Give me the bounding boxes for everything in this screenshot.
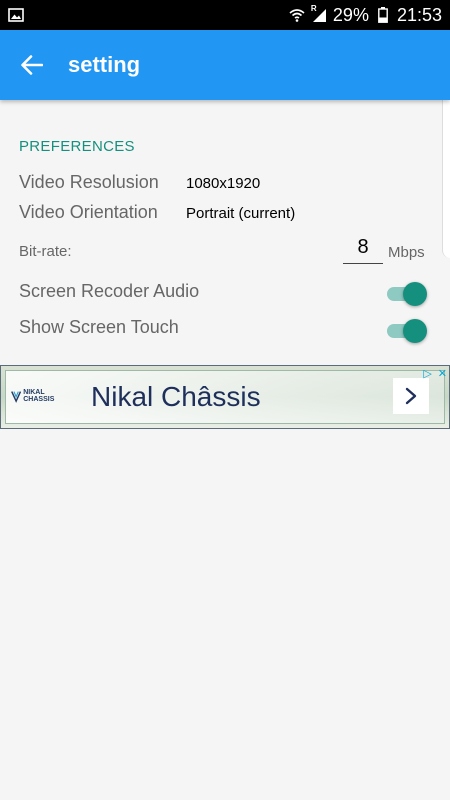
- bitrate-unit: Mbps: [388, 244, 425, 261]
- battery-icon: [375, 7, 391, 23]
- video-orientation-value[interactable]: Portrait (current): [186, 205, 295, 222]
- battery-percent: 29%: [332, 4, 369, 25]
- ad-headline[interactable]: Nikal Châssis: [91, 381, 261, 413]
- back-button[interactable]: [18, 51, 46, 79]
- signal-icon: R: [310, 4, 327, 23]
- screen-audio-label: Screen Recoder Audio: [19, 281, 200, 301]
- roaming-label: R: [310, 4, 317, 13]
- gallery-notification-icon: [8, 7, 28, 23]
- section-header-preferences: PREFERENCES: [19, 138, 135, 155]
- screen-audio-toggle[interactable]: [387, 282, 427, 306]
- chevron-right-icon: [405, 387, 417, 405]
- arrow-left-icon: [21, 55, 43, 75]
- clock: 21:53: [396, 4, 442, 25]
- close-icon[interactable]: ✕: [438, 367, 447, 380]
- settings-content: PREFERENCES Video Resolusion 1080x1920 V…: [0, 78, 450, 800]
- video-resolution-value[interactable]: 1080x1920: [186, 175, 260, 192]
- ad-choices-icon[interactable]: ▷: [423, 367, 431, 380]
- bitrate-input[interactable]: [343, 232, 383, 264]
- app-bar: setting: [0, 30, 450, 100]
- ad-logo: NIKAL CHASSIS: [11, 384, 63, 408]
- ad-logo-text: NIKAL CHASSIS: [23, 389, 55, 403]
- show-touch-toggle[interactable]: [387, 319, 427, 343]
- edge-panel-handle[interactable]: [442, 78, 450, 258]
- video-orientation-label: Video Orientation: [19, 202, 158, 222]
- ad-banner[interactable]: NIKAL CHASSIS Nikal Châssis ▷ ✕: [0, 365, 450, 429]
- ad-open-button[interactable]: [393, 378, 429, 414]
- ad-choices[interactable]: ▷ ✕: [423, 367, 447, 380]
- chassis-logo-icon: [11, 391, 22, 403]
- status-right: R 29% 21:53: [289, 4, 442, 26]
- show-touch-label: Show Screen Touch: [19, 317, 179, 337]
- bitrate-label: Bit-rate:: [19, 243, 72, 260]
- video-resolution-label: Video Resolusion: [19, 172, 159, 192]
- page-title: setting: [68, 52, 141, 77]
- toggle-thumb: [403, 282, 427, 306]
- wifi-icon: [289, 7, 305, 23]
- toggle-thumb: [403, 319, 427, 343]
- status-bar: R 29% 21:53: [0, 0, 450, 30]
